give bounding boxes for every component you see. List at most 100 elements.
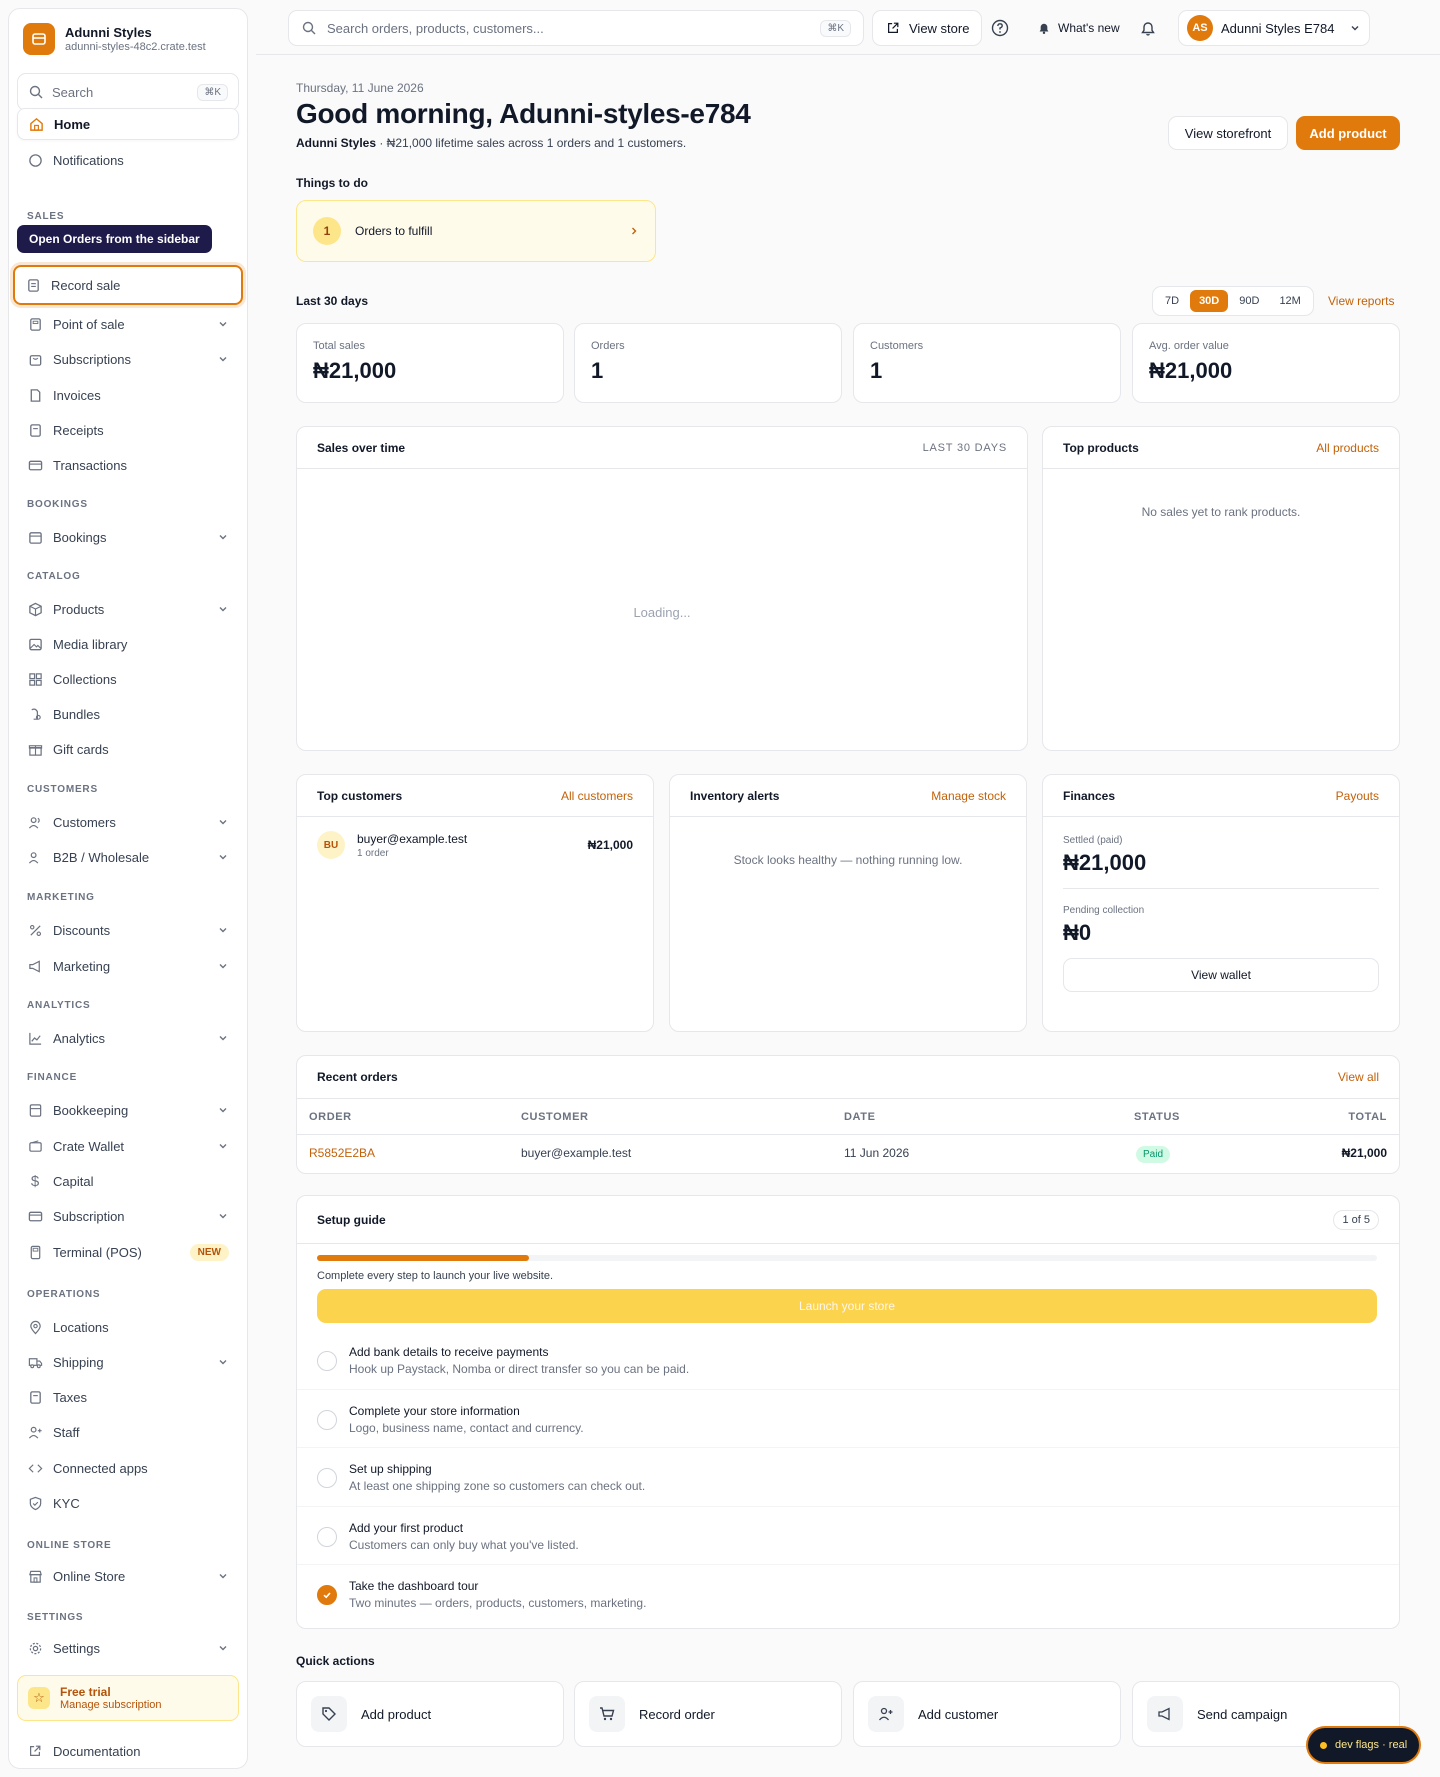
sidebar-item-staff[interactable]: Staff <box>17 1416 239 1448</box>
documentation-link[interactable]: Documentation <box>27 1743 140 1759</box>
sidebar-item-taxes[interactable]: Taxes <box>17 1381 239 1413</box>
sidebar-item-receipts[interactable]: Receipts <box>17 414 239 446</box>
setup-step[interactable]: Take the dashboard tour Two minutes — ord… <box>317 1579 1377 1610</box>
sidebar-item-label: Point of sale <box>53 316 125 332</box>
sidebar-item-label: Capital <box>53 1173 94 1189</box>
step-description: Hook up Paystack, Nomba or direct transf… <box>349 1362 690 1376</box>
sidebar-item-kyc[interactable]: KYC <box>17 1487 239 1519</box>
step-title: Take the dashboard tour <box>349 1579 479 1593</box>
top-products-card: Top products All products No sales yet t… <box>1042 426 1400 751</box>
global-search-input[interactable]: Search orders, products, customers... ⌘K <box>288 10 864 46</box>
card-header: Inventory alerts Manage stock <box>670 775 1026 817</box>
view-all-orders-link[interactable]: View all <box>1338 1070 1379 1084</box>
sidebar-item-point-of-sale[interactable]: Point of sale <box>17 308 239 340</box>
help-icon[interactable] <box>988 16 1012 40</box>
period-option-12m[interactable]: 12M <box>1270 290 1309 312</box>
all-products-link[interactable]: All products <box>1316 441 1379 455</box>
sidebar-item-label: Bundles <box>53 706 100 722</box>
manage-subscription-link[interactable]: Manage subscription <box>60 1699 162 1711</box>
sidebar-item-media-library[interactable]: Media library <box>17 628 239 660</box>
sidebar-search[interactable]: Search ⌘K <box>17 73 239 111</box>
view-storefront-button[interactable]: View storefront <box>1168 116 1288 150</box>
sidebar-item-invoices[interactable]: Invoices <box>17 379 239 411</box>
period-option-7d[interactable]: 7D <box>1156 290 1188 312</box>
sidebar-item-terminal-pos[interactable]: Terminal (POS) NEW <box>17 1236 239 1268</box>
notifications-bell-icon[interactable] <box>1136 16 1160 40</box>
step-checkbox[interactable] <box>317 1468 337 1488</box>
stat-total-sales[interactable]: Total sales ₦21,000 <box>296 323 564 403</box>
sidebar-item-home[interactable]: Home <box>17 108 239 140</box>
quick-action-add-customer[interactable]: Add customer <box>853 1681 1121 1747</box>
sidebar-item-discounts[interactable]: Discounts <box>17 914 239 946</box>
sidebar-item-b2b-wholesale[interactable]: B2B / Wholesale <box>17 841 239 873</box>
stat-customers[interactable]: Customers 1 <box>853 323 1121 403</box>
period-option-30d[interactable]: 30D <box>1190 290 1229 312</box>
view-wallet-button[interactable]: View wallet <box>1063 958 1379 992</box>
order-id-link[interactable]: R5852E2BA <box>297 1135 509 1171</box>
step-checkbox-checked[interactable] <box>317 1585 337 1605</box>
finances-card: Finances Payouts Settled (paid) ₦21,000 … <box>1042 774 1400 1032</box>
quick-action-record-order[interactable]: Record order <box>574 1681 842 1747</box>
user-menu[interactable]: AS Adunni Styles E784 <box>1178 10 1370 46</box>
column-header[interactable]: ORDER <box>297 1098 509 1135</box>
sidebar-item-products[interactable]: Products <box>17 593 239 625</box>
setup-step[interactable]: Add bank details to receive payments Hook… <box>317 1345 1377 1376</box>
sidebar-item-marketing[interactable]: Marketing <box>17 950 239 982</box>
search-icon <box>28 84 44 100</box>
sidebar-item-subscription[interactable]: Subscription <box>17 1200 239 1232</box>
sidebar-item-locations[interactable]: Locations <box>17 1311 239 1343</box>
setup-step[interactable]: Complete your store information Logo, bus… <box>317 1404 1377 1435</box>
sidebar-item-connected-apps[interactable]: Connected apps <box>17 1452 239 1484</box>
sidebar-item-record-sale[interactable]: Record sale <box>13 265 243 305</box>
view-reports-link[interactable]: View reports <box>1328 294 1394 308</box>
step-checkbox[interactable] <box>317 1410 337 1430</box>
column-header[interactable]: DATE <box>832 1098 1122 1135</box>
customer-total: ₦21,000 <box>587 838 633 852</box>
setup-step[interactable]: Set up shipping At least one shipping zon… <box>317 1462 1377 1493</box>
launch-store-button[interactable]: Launch your store <box>317 1289 1377 1323</box>
stat-avg-order-value[interactable]: Avg. order value ₦21,000 <box>1132 323 1400 403</box>
manage-stock-link[interactable]: Manage stock <box>931 789 1006 803</box>
sidebar-item-analytics[interactable]: Analytics <box>17 1022 239 1054</box>
sidebar-item-label: Discounts <box>53 922 111 938</box>
payouts-link[interactable]: Payouts <box>1336 789 1379 803</box>
sidebar-item-bookings[interactable]: Bookings <box>17 521 239 553</box>
free-trial-card[interactable]: ☆ Free trial Manage subscription <box>17 1675 239 1721</box>
sidebar-item-capital[interactable]: $ Capital <box>17 1165 239 1197</box>
quick-action-add-product[interactable]: Add product <box>296 1681 564 1747</box>
column-header[interactable]: TOTAL <box>1282 1098 1399 1135</box>
period-option-90d[interactable]: 90D <box>1230 290 1268 312</box>
summary-text: · ₦21,000 lifetime sales across 1 orders… <box>376 136 687 150</box>
sidebar-item-bundles[interactable]: Bundles <box>17 698 239 730</box>
whats-new-button[interactable]: What's new <box>1036 10 1120 46</box>
sidebar-item-crate-wallet[interactable]: Crate Wallet <box>17 1130 239 1162</box>
sidebar-item-bookkeeping[interactable]: Bookkeeping <box>17 1094 239 1126</box>
chevron-down-icon <box>219 357 227 362</box>
column-header[interactable]: STATUS <box>1122 1098 1282 1135</box>
brand[interactable]: Adunni Styles adunni-styles-48c2.crate.t… <box>23 23 206 55</box>
step-checkbox[interactable] <box>317 1527 337 1547</box>
column-header[interactable]: CUSTOMER <box>509 1098 832 1135</box>
stat-orders[interactable]: Orders 1 <box>574 323 842 403</box>
step-checkbox[interactable] <box>317 1351 337 1371</box>
receipt-icon <box>25 277 41 293</box>
table-header-row: ORDER CUSTOMER DATE STATUS TOTAL <box>297 1098 1399 1135</box>
sidebar-item-notifications[interactable]: Notifications <box>17 144 239 176</box>
sidebar-item-online-store[interactable]: Online Store <box>17 1560 239 1592</box>
sidebar-item-subscriptions[interactable]: Subscriptions <box>17 343 239 375</box>
sidebar-item-settings[interactable]: Settings <box>17 1632 239 1664</box>
sidebar-item-collections[interactable]: Collections <box>17 663 239 695</box>
todo-orders-to-fulfill[interactable]: 1 Orders to fulfill <box>296 200 656 262</box>
sidebar-item-gift-cards[interactable]: Gift cards <box>17 733 239 765</box>
sidebar-item-customers[interactable]: Customers <box>17 806 239 838</box>
add-product-button[interactable]: Add product <box>1296 116 1400 150</box>
order-total: ₦21,000 <box>1341 1145 1387 1160</box>
dev-flags-pill[interactable]: dev flags · real <box>1308 1728 1420 1762</box>
sidebar-item-transactions[interactable]: Transactions <box>17 449 239 481</box>
table-row[interactable]: R5852E2BA buyer@example.test 11 Jun 2026… <box>297 1135 1399 1171</box>
view-store-button[interactable]: View store <box>872 10 983 46</box>
sidebar-item-shipping[interactable]: Shipping <box>17 1346 239 1378</box>
customer-row[interactable]: BU buyer@example.test 1 order ₦21,000 <box>297 817 653 873</box>
all-customers-link[interactable]: All customers <box>561 789 633 803</box>
setup-step[interactable]: Add your first product Customers can only… <box>317 1521 1377 1552</box>
